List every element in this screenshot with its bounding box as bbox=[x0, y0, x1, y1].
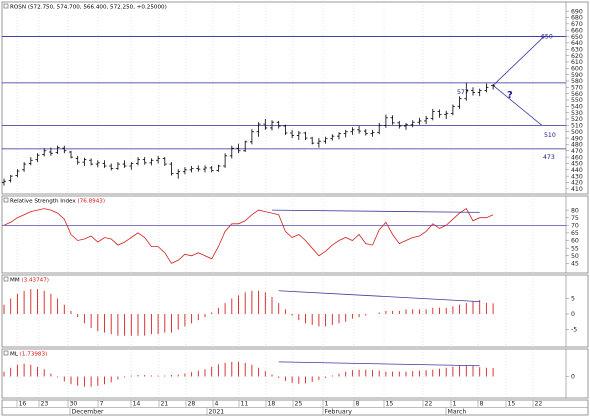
day-label: 7 bbox=[100, 401, 104, 408]
mm-tick-label: 5 bbox=[571, 296, 575, 303]
price-panel bbox=[1, 1, 589, 195]
question-mark-label: ? bbox=[507, 90, 513, 101]
rsi-tick-label: 80 bbox=[571, 207, 579, 214]
day-label: 22 bbox=[425, 401, 433, 408]
rsi-tick-label: 50 bbox=[571, 253, 579, 260]
mm-title-name: MM bbox=[10, 277, 20, 283]
mm-tick-label: -5 bbox=[571, 327, 577, 334]
rsi-tick-label: 75 bbox=[571, 215, 579, 222]
day-label: 22 bbox=[535, 401, 543, 408]
rsi-title-value: (76.8943) bbox=[78, 198, 106, 204]
svg-text:ML (1.73983): ML (1.73983) bbox=[10, 351, 47, 357]
day-label: 15 bbox=[386, 401, 394, 408]
rsi-title-name: Relative Strength Index bbox=[10, 198, 76, 204]
month-label: February bbox=[325, 409, 353, 416]
mm-title: MM (3.43747) bbox=[3, 276, 49, 283]
price-title-values: (572.750, 574.700, 566.400, 572.250, +0.… bbox=[28, 4, 167, 10]
ml-panel bbox=[1, 348, 589, 399]
svg-text:MM (3.43747): MM (3.43747) bbox=[10, 277, 49, 283]
svg-text:ROSN (572.750, 574.700, 566.40: ROSN (572.750, 574.700, 566.400, 572.250… bbox=[10, 4, 167, 10]
mm-panel bbox=[1, 274, 589, 348]
day-label: 21 bbox=[161, 401, 169, 408]
ml-title: ML (1.73983) bbox=[3, 350, 47, 357]
mm-title-value: (3.43747) bbox=[21, 277, 49, 283]
day-label: 16 bbox=[19, 401, 27, 408]
price-tick-label: 410 bbox=[571, 186, 583, 193]
month-label: 2021 bbox=[209, 409, 225, 416]
day-label: 23 bbox=[41, 401, 49, 408]
target-down-label: 510 bbox=[544, 132, 556, 139]
month-label: March bbox=[448, 409, 467, 416]
price-title-name: ROSN bbox=[10, 4, 26, 10]
day-label: 1 bbox=[453, 401, 457, 408]
day-label: 1 bbox=[325, 401, 329, 408]
ml-title-value: (1.73983) bbox=[20, 351, 48, 357]
rsi-panel bbox=[1, 195, 589, 274]
day-label: 14 bbox=[133, 401, 141, 408]
rsi-tick-label: 70 bbox=[571, 223, 579, 230]
day-label: 11 bbox=[241, 401, 249, 408]
ml-title-marker bbox=[3, 350, 9, 356]
svg-text:Relative Strength Index (76.89: Relative Strength Index (76.8943) bbox=[10, 198, 105, 204]
support-label: 473 bbox=[543, 154, 555, 161]
day-label: 8 bbox=[480, 401, 484, 408]
price-title: ROSN (572.750, 574.700, 566.400, 572.250… bbox=[3, 3, 167, 10]
mm-tick-label: 0 bbox=[571, 311, 575, 318]
day-label: 15 bbox=[508, 401, 516, 408]
day-label: 4 bbox=[215, 401, 219, 408]
rsi-tick-label: 65 bbox=[571, 230, 579, 237]
mm-title-marker bbox=[3, 276, 9, 282]
rsi-tick-label: 45 bbox=[571, 261, 579, 268]
rsi-title-marker bbox=[3, 197, 9, 203]
day-label: 30 bbox=[70, 401, 78, 408]
ml-tick-label: 0 bbox=[571, 374, 575, 381]
day-label: 25 bbox=[295, 401, 303, 408]
rsi-title: Relative Strength Index (76.8943) bbox=[3, 197, 105, 204]
technical-chart: 16 23 30 7 14 21 28 4 11 18 25 1 8 15 22 1 8 15 22December… bbox=[0, 0, 590, 416]
month-label: December bbox=[72, 409, 105, 416]
day-label: 18 bbox=[268, 401, 276, 408]
day-label: 28 bbox=[188, 401, 196, 408]
rsi-tick-label: 60 bbox=[571, 238, 579, 245]
last-high-label: 577 bbox=[457, 89, 469, 96]
price-title-marker bbox=[3, 3, 9, 9]
ml-title-name: ML bbox=[10, 351, 19, 357]
rsi-tick-label: 55 bbox=[571, 245, 579, 252]
target-up-label: 650 bbox=[541, 34, 553, 41]
day-label: 8 bbox=[356, 401, 360, 408]
